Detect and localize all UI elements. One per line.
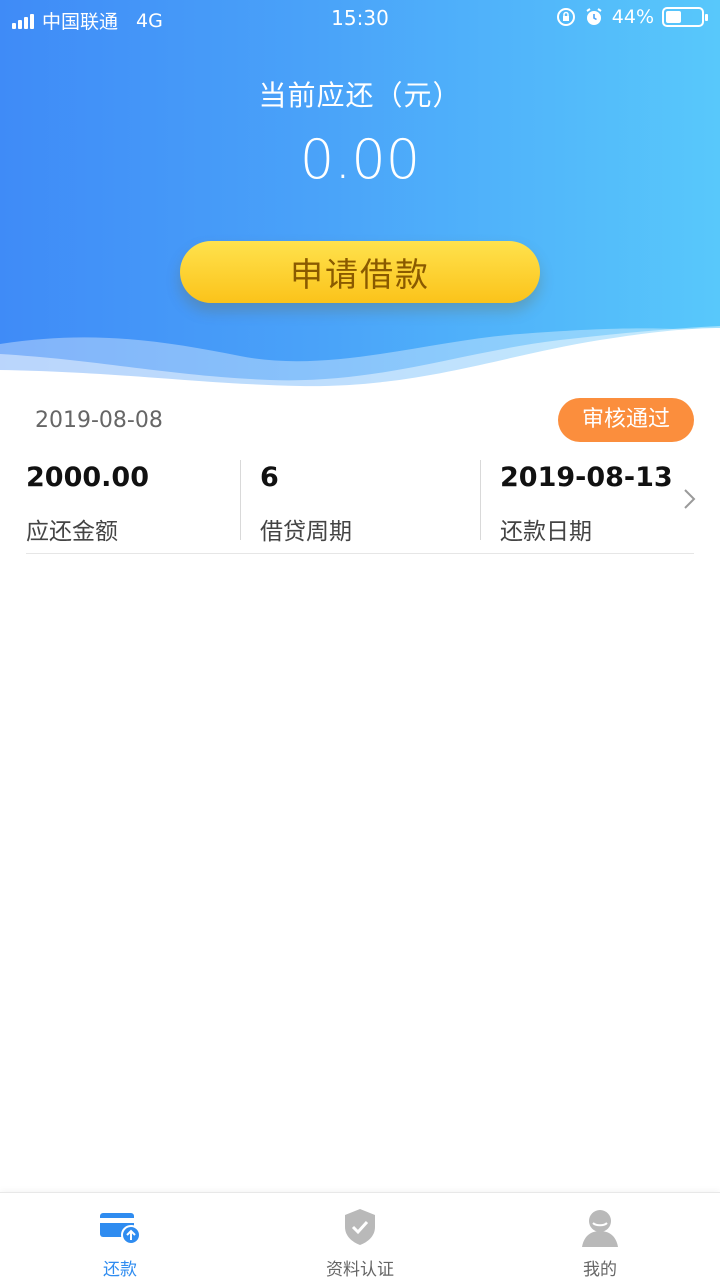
stat-amount-due: 2000.00 应还金额 xyxy=(26,458,240,545)
tab-repay-label: 还款 xyxy=(103,1260,137,1280)
amount-due-value: 2000.00 xyxy=(26,462,149,493)
loan-stats[interactable]: 2000.00 应还金额 6 借贷周期 2019-08-13 还款日期 xyxy=(26,458,696,554)
loan-period-label: 借贷周期 xyxy=(260,519,352,545)
stat-repay-date: 2019-08-13 还款日期 xyxy=(500,458,680,545)
stat-divider xyxy=(480,460,481,540)
tab-repay[interactable]: 还款 xyxy=(0,1193,240,1280)
status-bar: 中国联通 4G 15:30 44% xyxy=(0,0,720,36)
battery-percent: 44% xyxy=(611,6,654,28)
amount-due-label: 应还金额 xyxy=(26,519,118,545)
header-banner: 中国联通 4G 15:30 44% 当前应还（元） 0.00 申请借款 xyxy=(0,0,720,390)
apply-loan-button[interactable]: 申请借款 xyxy=(180,241,540,303)
tab-mine[interactable]: 我的 xyxy=(480,1193,720,1280)
card-repay-icon xyxy=(100,1213,141,1245)
stat-loan-period: 6 借贷周期 xyxy=(260,458,480,545)
alarm-icon xyxy=(586,8,602,25)
record-date: 2019-08-08 xyxy=(35,408,163,433)
battery-icon xyxy=(662,7,708,27)
tab-verification-label: 资料认证 xyxy=(326,1260,394,1280)
user-avatar-icon xyxy=(582,1210,618,1247)
current-due-label: 当前应还（元） xyxy=(258,79,462,112)
tab-mine-label: 我的 xyxy=(583,1260,617,1280)
loan-home-screen: 中国联通 4G 15:30 44% 当前应还（元） 0.00 申请借款 2019… xyxy=(0,0,720,1280)
battery-fill xyxy=(666,11,681,23)
repay-date-value: 2019-08-13 xyxy=(500,462,673,493)
shield-check-icon xyxy=(345,1209,375,1245)
tab-verification[interactable]: 资料认证 xyxy=(240,1193,480,1280)
review-status-badge: 审核通过 xyxy=(558,398,694,442)
current-due-amount: 0.00 xyxy=(299,128,421,191)
repay-date-label: 还款日期 xyxy=(500,519,592,545)
bottom-tab-bar: 还款 资料认证 我的 xyxy=(0,1192,720,1280)
loan-period-value: 6 xyxy=(260,462,279,493)
chevron-right-icon[interactable] xyxy=(680,484,700,514)
status-right: 44% xyxy=(556,6,708,28)
stat-divider xyxy=(240,460,241,540)
wave-decoration xyxy=(0,326,720,390)
rotation-lock-icon xyxy=(556,8,575,26)
